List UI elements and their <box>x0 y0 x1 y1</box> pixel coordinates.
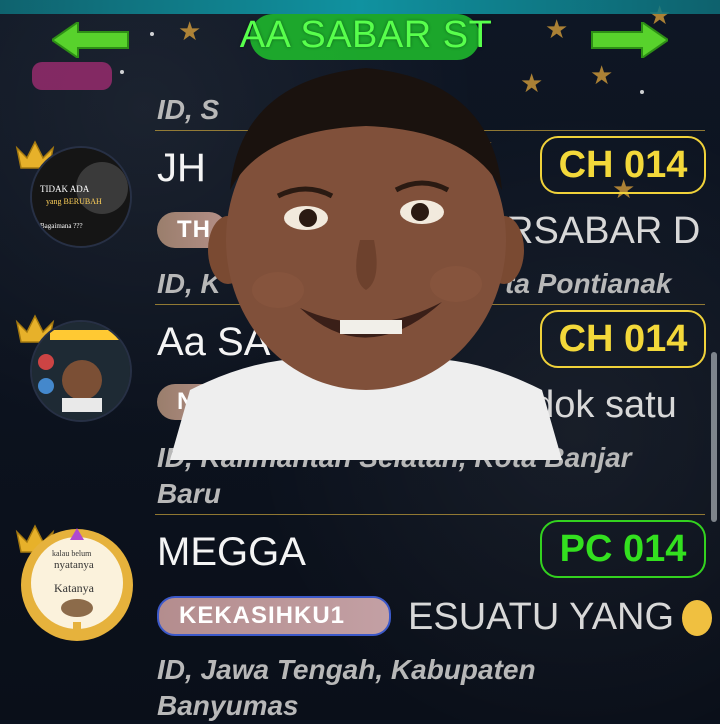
prev-button[interactable] <box>52 22 130 58</box>
sparkle <box>150 32 154 36</box>
partial-avatar <box>32 62 112 90</box>
location-text: ID, Jawa Tengah, Kabupaten <box>157 654 536 685</box>
sparkle <box>640 90 644 94</box>
avatar-caption: kalau belum <box>52 549 92 558</box>
scrollbar-thumb[interactable] <box>711 352 717 522</box>
avatar[interactable]: kalau belum nyatanya Katanya <box>18 526 136 644</box>
location-text: Baru <box>157 478 221 509</box>
user-tag: KEKASIHKU1 <box>157 596 391 636</box>
avatar-caption: yang BERUBAH <box>46 197 102 206</box>
avatar-caption: Katanya <box>54 581 95 595</box>
star-decoration: ★ <box>590 60 614 90</box>
avatar[interactable]: TIDAK ADA yang BERUBAH Bagaimana ??? <box>30 146 132 248</box>
row-divider <box>155 514 705 515</box>
header-banner <box>0 0 720 14</box>
emoji-icon <box>682 600 712 636</box>
avatar-caption: TIDAK ADA <box>40 184 90 194</box>
user-motto: ESUATU YANG <box>408 596 675 638</box>
next-button[interactable] <box>590 22 668 58</box>
sparkle <box>120 70 124 74</box>
avatar-caption: Bagaimana ??? <box>40 222 83 230</box>
channel-badge[interactable]: CH 014 <box>540 310 706 368</box>
overlay-photo <box>170 40 562 460</box>
user-name: MEGGA <box>157 530 306 574</box>
arrow-right-icon <box>591 22 668 58</box>
avatar[interactable] <box>30 320 132 422</box>
arrow-left-icon <box>52 22 129 58</box>
channel-badge[interactable]: PC 014 <box>540 520 706 578</box>
location-text: Banyumas <box>157 690 299 721</box>
star-decoration: ★ <box>545 14 569 44</box>
channel-badge[interactable]: CH 014 <box>540 136 706 194</box>
avatar-caption: nyatanya <box>54 559 94 571</box>
